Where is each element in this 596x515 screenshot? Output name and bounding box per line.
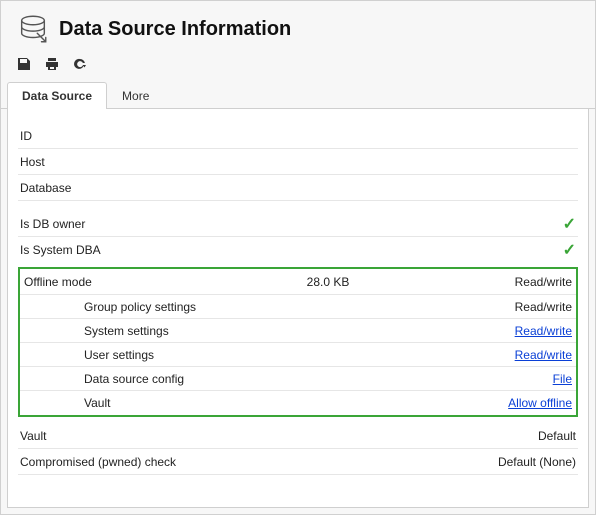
value-compromised-check: Default (None) xyxy=(456,455,576,469)
check-icon: ✓ xyxy=(456,240,576,260)
label-is-db-owner: Is DB owner xyxy=(20,217,200,231)
value-group-policy-settings: Read/write xyxy=(452,300,572,314)
row-host: Host xyxy=(18,149,578,175)
offline-mode-group: Offline mode 28.0 KB Read/write Group po… xyxy=(18,267,578,417)
tab-more[interactable]: More xyxy=(107,82,164,109)
link-vault-offline[interactable]: Allow offline xyxy=(452,396,572,410)
value-offline-size: 28.0 KB xyxy=(204,275,452,289)
value-vault: Default xyxy=(456,429,576,443)
window: Data Source Information Data Source More… xyxy=(0,0,596,515)
row-is-system-dba: Is System DBA ✓ xyxy=(18,237,578,263)
label-host: Host xyxy=(20,155,200,169)
value-offline-mode: Read/write xyxy=(452,275,572,289)
row-compromised-check: Compromised (pwned) check Default (None) xyxy=(18,449,578,475)
row-group-policy-settings: Group policy settings Read/write xyxy=(20,295,576,319)
app-icon xyxy=(13,9,53,49)
row-user-settings: User settings Read/write xyxy=(20,343,576,367)
page-title: Data Source Information xyxy=(59,18,291,41)
print-icon[interactable] xyxy=(43,55,61,73)
link-user-settings[interactable]: Read/write xyxy=(452,348,572,362)
label-group-policy-settings: Group policy settings xyxy=(84,300,452,314)
panel-data-source: ID Host Database Is DB owner ✓ Is System… xyxy=(7,109,589,508)
label-system-settings: System settings xyxy=(84,324,452,338)
row-vault-offline: Vault Allow offline xyxy=(20,391,576,415)
save-icon[interactable] xyxy=(15,55,33,73)
label-offline-mode: Offline mode xyxy=(24,275,204,289)
link-data-source-config[interactable]: File xyxy=(452,372,572,386)
tab-data-source[interactable]: Data Source xyxy=(7,82,107,109)
toolbar xyxy=(1,53,595,81)
refresh-icon[interactable] xyxy=(71,55,89,73)
label-id: ID xyxy=(20,129,200,143)
row-database: Database xyxy=(18,175,578,201)
label-is-system-dba: Is System DBA xyxy=(20,243,200,257)
tab-label: Data Source xyxy=(22,89,92,103)
label-vault-offline: Vault xyxy=(84,396,452,410)
label-compromised-check: Compromised (pwned) check xyxy=(20,455,456,469)
row-system-settings: System settings Read/write xyxy=(20,319,576,343)
tab-label: More xyxy=(122,89,149,103)
header: Data Source Information xyxy=(1,1,595,53)
row-id: ID xyxy=(18,123,578,149)
label-user-settings: User settings xyxy=(84,348,452,362)
tabbar: Data Source More xyxy=(1,81,595,109)
row-offline-mode: Offline mode 28.0 KB Read/write xyxy=(20,269,576,295)
row-vault: Vault Default xyxy=(18,423,578,449)
label-data-source-config: Data source config xyxy=(84,372,452,386)
row-is-db-owner: Is DB owner ✓ xyxy=(18,211,578,237)
link-system-settings[interactable]: Read/write xyxy=(452,324,572,338)
label-database: Database xyxy=(20,181,200,195)
label-vault: Vault xyxy=(20,429,200,443)
check-icon: ✓ xyxy=(456,214,576,234)
row-data-source-config: Data source config File xyxy=(20,367,576,391)
